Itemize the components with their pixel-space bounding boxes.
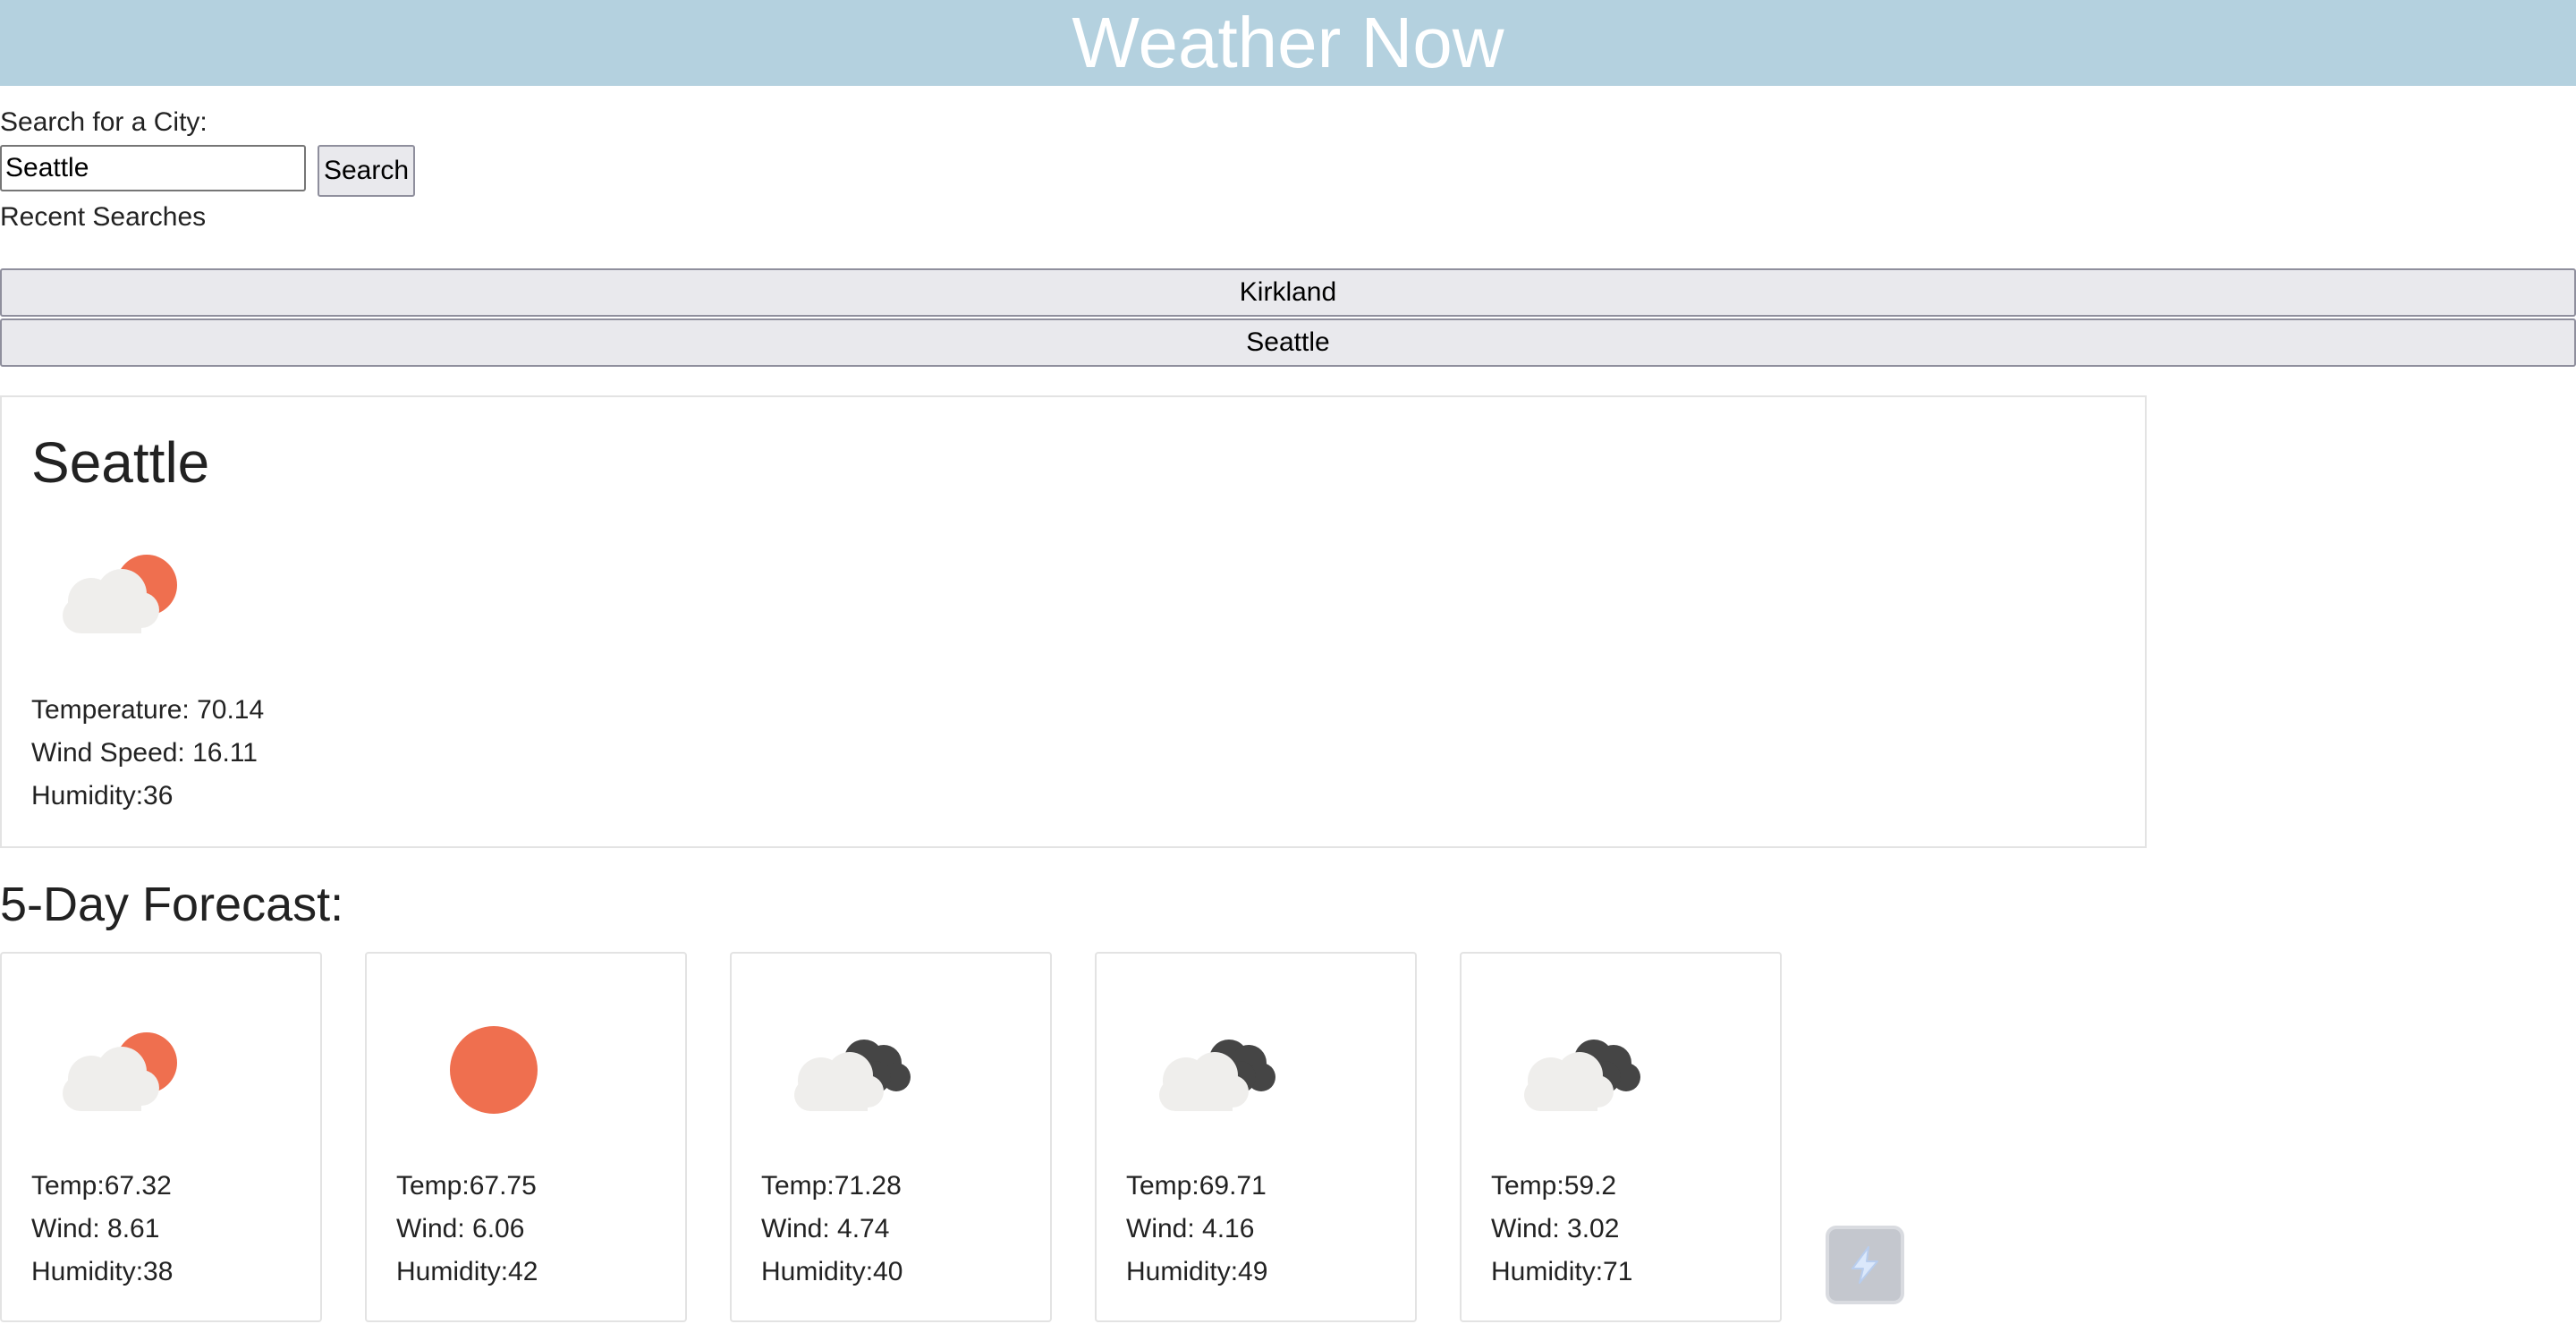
broken-clouds-icon bbox=[1524, 1040, 1640, 1111]
forecast-humidity: Humidity:40 bbox=[761, 1257, 903, 1286]
clear-sun-icon bbox=[450, 1026, 538, 1114]
forecast-temp: Temp:67.75 bbox=[396, 1171, 537, 1201]
city-search-input[interactable] bbox=[0, 145, 306, 191]
header-banner: Weather Now bbox=[0, 0, 2576, 86]
forecast-temp: Temp:59.2 bbox=[1491, 1171, 1617, 1201]
forecast-stats: Temp:67.75 Wind: 6.06 Humidity:42 bbox=[396, 1165, 538, 1294]
broken-clouds-icon bbox=[1159, 1040, 1275, 1111]
wind-speed-text: Wind Speed: 16.11 bbox=[31, 738, 258, 768]
forecast-wind: Wind: 4.74 bbox=[761, 1214, 890, 1243]
current-weather-card: Seattle Temperature: 70.14 Wind Speed: 1… bbox=[0, 395, 2147, 848]
forecast-stats: Temp:59.2 Wind: 3.02 Humidity:71 bbox=[1491, 1165, 1632, 1294]
recent-searches-list: Kirkland Seattle bbox=[0, 268, 2576, 369]
search-label: Search for a City: bbox=[0, 107, 208, 137]
forecast-humidity: Humidity:38 bbox=[31, 1257, 174, 1286]
forecast-temp: Temp:71.28 bbox=[761, 1171, 902, 1201]
recent-search-button[interactable]: Seattle bbox=[0, 318, 2576, 367]
recent-search-button[interactable]: Kirkland bbox=[0, 268, 2576, 317]
temperature-text: Temperature: 70.14 bbox=[31, 695, 265, 725]
partly-cloudy-day-icon bbox=[63, 555, 177, 633]
forecast-title: 5-Day Forecast: bbox=[0, 878, 344, 931]
forecast-stats: Temp:71.28 Wind: 4.74 Humidity:40 bbox=[761, 1165, 902, 1294]
forecast-temp: Temp:67.32 bbox=[31, 1171, 172, 1201]
forecast-day-card: Temp:67.32 Wind: 8.61 Humidity:38 bbox=[0, 952, 322, 1322]
current-city-name: Seattle bbox=[31, 430, 210, 495]
forecast-humidity: Humidity:42 bbox=[396, 1257, 538, 1286]
current-weather-stats: Temperature: 70.14 Wind Speed: 16.11 Hum… bbox=[31, 689, 264, 818]
forecast-day-card: Temp:59.2 Wind: 3.02 Humidity:71 bbox=[1460, 952, 1782, 1322]
forecast-wind: Wind: 8.61 bbox=[31, 1214, 160, 1243]
forecast-stats: Temp:67.32 Wind: 8.61 Humidity:38 bbox=[31, 1165, 173, 1294]
broken-clouds-icon bbox=[794, 1040, 911, 1111]
forecast-day-card: Temp:69.71 Wind: 4.16 Humidity:49 bbox=[1095, 952, 1417, 1322]
forecast-temp: Temp:69.71 bbox=[1126, 1171, 1267, 1201]
weather-app: Weather Now Search for a City: Search Re… bbox=[0, 0, 2576, 1324]
lightning-bolt-icon bbox=[1852, 1246, 1878, 1284]
search-button[interactable]: Search bbox=[318, 145, 415, 197]
forecast-stats: Temp:69.71 Wind: 4.16 Humidity:49 bbox=[1126, 1165, 1267, 1294]
floating-extension-button[interactable] bbox=[1826, 1226, 1904, 1304]
forecast-humidity: Humidity:71 bbox=[1491, 1257, 1633, 1286]
forecast-humidity: Humidity:49 bbox=[1126, 1257, 1268, 1286]
forecast-wind: Wind: 6.06 bbox=[396, 1214, 525, 1243]
recent-searches-label: Recent Searches bbox=[0, 202, 207, 232]
forecast-wind: Wind: 4.16 bbox=[1126, 1214, 1255, 1243]
partly-cloudy-day-icon bbox=[63, 1032, 177, 1111]
forecast-wind: Wind: 3.02 bbox=[1491, 1214, 1620, 1243]
humidity-text: Humidity:36 bbox=[31, 781, 174, 811]
page-title: Weather Now bbox=[1072, 3, 1504, 82]
forecast-day-card: Temp:71.28 Wind: 4.74 Humidity:40 bbox=[730, 952, 1052, 1322]
forecast-day-card: Temp:67.75 Wind: 6.06 Humidity:42 bbox=[365, 952, 687, 1322]
